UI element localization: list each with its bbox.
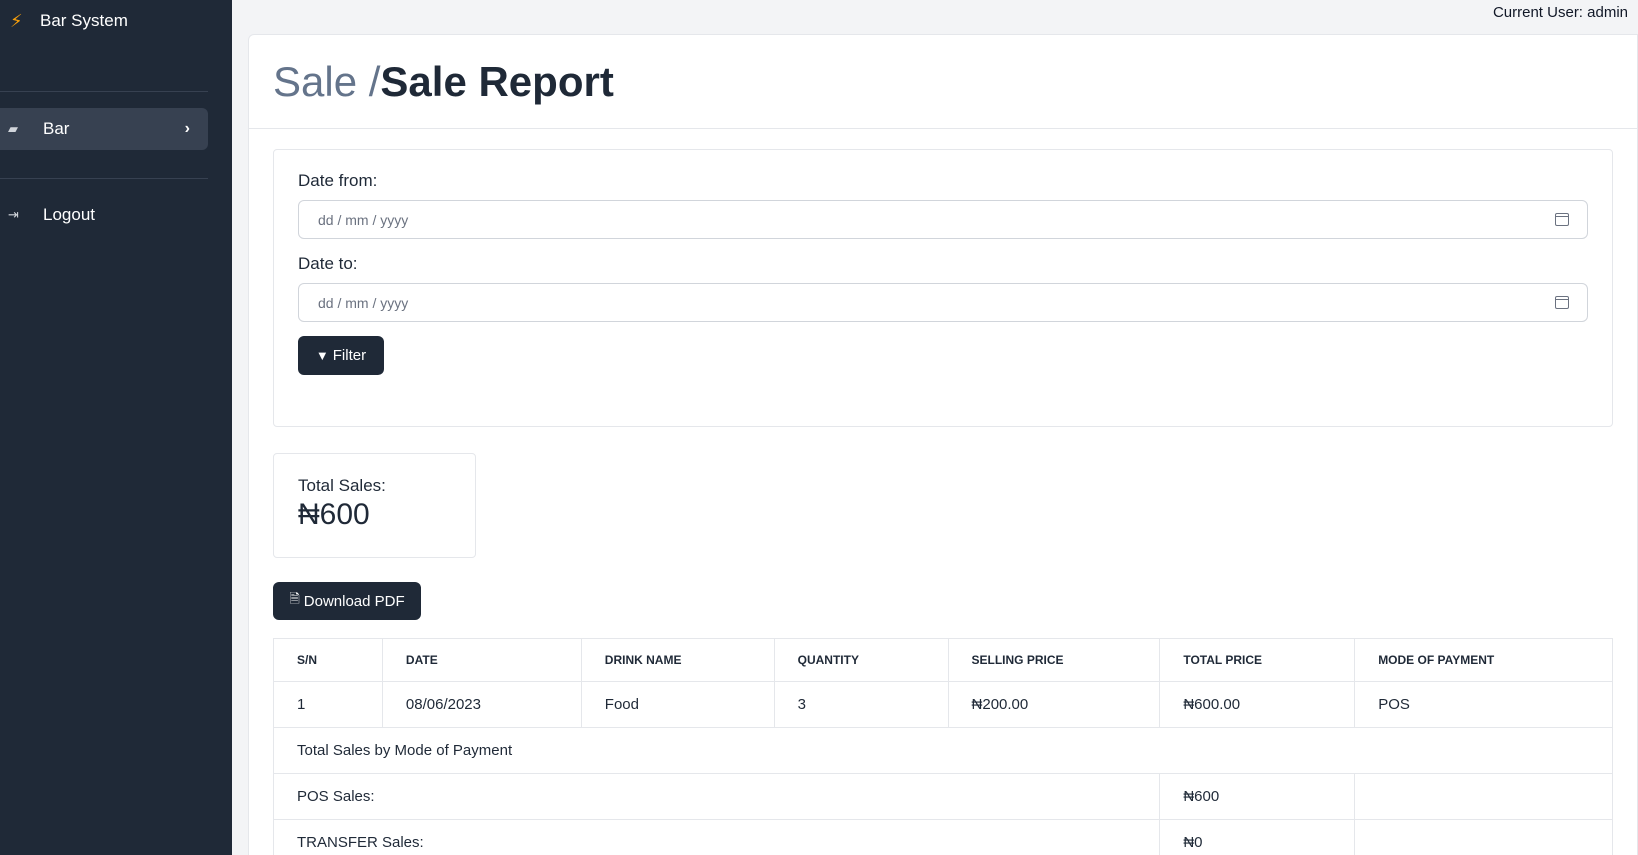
- filter-button-label: Filter: [332, 347, 367, 364]
- filter-icon: ▼: [315, 348, 329, 363]
- date-to-placeholder: dd / mm / yyyy: [318, 294, 409, 311]
- col-sn: S/N: [273, 638, 383, 682]
- cell-selling-price: ₦200.00: [947, 681, 1161, 728]
- sidebar-item-logout[interactable]: ⇥ Logout: [0, 194, 232, 236]
- download-pdf-button[interactable]: 🗎 Download PDF: [273, 582, 421, 620]
- logout-icon: ⇥: [8, 207, 19, 222]
- main-card: Sale / Sale Report Date from: dd / mm / …: [248, 34, 1638, 855]
- date-to-input[interactable]: dd / mm / yyyy: [298, 283, 1588, 322]
- brand-name: Bar System: [40, 11, 128, 30]
- date-from-label: Date from:: [298, 171, 378, 190]
- calendar-icon[interactable]: [1555, 296, 1569, 309]
- col-total-price: TOTAL PRICE: [1159, 638, 1356, 682]
- page-header: Sale / Sale Report: [249, 35, 1637, 129]
- transfer-sales-value: ₦0: [1159, 819, 1356, 855]
- pdf-file-icon: 🗎: [289, 591, 300, 606]
- beer-icon: ▰: [8, 121, 18, 136]
- sidebar-item-label: Bar: [43, 119, 70, 138]
- empty-cell: [1354, 819, 1613, 855]
- pos-sales-label: POS Sales:: [272, 773, 1161, 820]
- sidebar-item-label: Logout: [43, 205, 95, 224]
- current-user: Current User: admin: [1492, 4, 1628, 21]
- sales-table: S/N DATE DRINK NAME QUANTITY SELLING PRI…: [272, 638, 1613, 855]
- col-mode-of-payment: MODE OF PAYMENT: [1354, 638, 1613, 682]
- empty-cell: [1354, 773, 1613, 820]
- table-row: POS Sales: ₦600: [272, 773, 1613, 820]
- cell-date: 08/06/2023: [381, 681, 582, 728]
- chevron-right-icon: ›: [184, 120, 190, 137]
- total-sales-card: Total Sales: ₦600: [273, 453, 476, 558]
- table-row: 1 08/06/2023 Food 3 ₦200.00 ₦600.00 POS: [273, 681, 1613, 728]
- sidebar: ⚡ Bar System ▰ Bar › ⇥ Logout: [0, 0, 232, 855]
- sidebar-item-bar[interactable]: ▰ Bar ›: [0, 108, 208, 150]
- cell-total-price: ₦600.00: [1159, 681, 1356, 728]
- breadcrumb[interactable]: Sale /: [273, 58, 380, 106]
- brand[interactable]: ⚡ Bar System: [0, 0, 232, 42]
- date-from-placeholder: dd / mm / yyyy: [318, 211, 409, 228]
- cell-quantity: 3: [773, 681, 949, 728]
- page-title: Sale Report: [380, 57, 614, 105]
- table-header-row: S/N DATE DRINK NAME QUANTITY SELLING PRI…: [273, 638, 1613, 682]
- col-quantity: QUANTITY: [773, 638, 949, 682]
- total-sales-label: Total Sales:: [298, 476, 386, 495]
- col-drink-name: DRINK NAME: [580, 638, 775, 682]
- cell-drink-name: Food: [580, 681, 775, 728]
- total-sales-value: ₦600: [298, 498, 370, 531]
- filter-button[interactable]: ▼ Filter: [298, 336, 384, 375]
- col-date: DATE: [381, 638, 582, 682]
- calendar-icon[interactable]: [1555, 213, 1569, 226]
- cell-sn: 1: [273, 681, 383, 728]
- download-pdf-label: Download PDF: [303, 592, 405, 610]
- table-row: Total Sales by Mode of Payment: [273, 727, 1613, 774]
- date-from-input[interactable]: dd / mm / yyyy: [298, 200, 1588, 239]
- by-mode-title: Total Sales by Mode of Payment: [273, 727, 1613, 774]
- filter-card: Date from: dd / mm / yyyy Date to: dd / …: [273, 149, 1613, 427]
- transfer-sales-label: TRANSFER Sales:: [272, 819, 1161, 855]
- bolt-icon: ⚡: [10, 10, 23, 31]
- cell-mode-of-payment: POS: [1354, 681, 1613, 728]
- date-to-label: Date to:: [298, 254, 358, 273]
- pos-sales-value: ₦600: [1159, 773, 1356, 820]
- table-row: TRANSFER Sales: ₦0: [272, 819, 1613, 855]
- col-selling-price: SELLING PRICE: [947, 638, 1161, 682]
